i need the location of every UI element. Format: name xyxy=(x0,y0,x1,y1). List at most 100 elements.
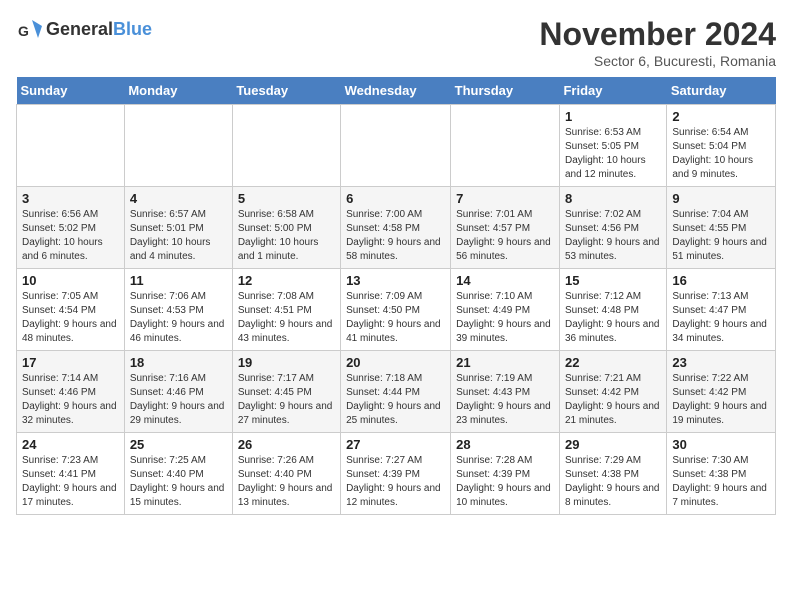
day-info: Sunrise: 7:23 AM Sunset: 4:41 PM Dayligh… xyxy=(22,454,119,510)
day-info: Sunrise: 7:13 AM Sunset: 4:47 PM Dayligh… xyxy=(672,290,770,346)
day-cell: 14 Sunrise: 7:10 AM Sunset: 4:49 PM Dayli… xyxy=(451,269,560,351)
week-row-4: 17 Sunrise: 7:14 AM Sunset: 4:46 PM Dayli… xyxy=(17,351,776,433)
day-cell: 20Sunrise: 7:18 AM Sunset: 4:44 PM Dayli… xyxy=(341,351,451,433)
day-number: 9 xyxy=(672,191,770,206)
day-info: Sunrise: 7:04 AM Sunset: 4:55 PM Dayligh… xyxy=(672,208,770,264)
svg-text:G: G xyxy=(18,23,29,39)
day-number: 17 xyxy=(22,355,119,370)
day-number: 3 xyxy=(22,191,119,206)
day-info: Sunrise: 6:58 AM Sunset: 5:00 PM Dayligh… xyxy=(238,208,335,264)
logo-text: GeneralBlue xyxy=(46,20,152,40)
week-row-5: 24 Sunrise: 7:23 AM Sunset: 4:41 PM Dayli… xyxy=(17,433,776,515)
day-number: 10 xyxy=(22,273,119,288)
day-cell: 27 Sunrise: 7:27 AM Sunset: 4:39 PM Dayli… xyxy=(341,433,451,515)
day-info: Sunrise: 7:10 AM Sunset: 4:49 PM Dayligh… xyxy=(456,290,554,346)
day-cell: 29 Sunrise: 7:29 AM Sunset: 4:38 PM Dayli… xyxy=(559,433,666,515)
col-header-tuesday: Tuesday xyxy=(232,77,340,105)
day-cell: 9 Sunrise: 7:04 AM Sunset: 4:55 PM Daylig… xyxy=(667,187,776,269)
day-info: Sunrise: 6:53 AM Sunset: 5:05 PM Dayligh… xyxy=(565,126,661,182)
day-number: 26 xyxy=(238,437,335,452)
day-info: Sunrise: 7:27 AM Sunset: 4:39 PM Dayligh… xyxy=(346,454,445,510)
day-info: Sunrise: 7:01 AM Sunset: 4:57 PM Dayligh… xyxy=(456,208,554,264)
week-row-3: 10Sunrise: 7:05 AM Sunset: 4:54 PM Dayli… xyxy=(17,269,776,351)
day-cell: 2 Sunrise: 6:54 AM Sunset: 5:04 PM Daylig… xyxy=(667,105,776,187)
day-number: 14 xyxy=(456,273,554,288)
day-info: Sunrise: 7:25 AM Sunset: 4:40 PM Dayligh… xyxy=(130,454,227,510)
day-cell xyxy=(124,105,232,187)
day-info: Sunrise: 7:14 AM Sunset: 4:46 PM Dayligh… xyxy=(22,372,119,428)
day-number: 30 xyxy=(672,437,770,452)
header-row: SundayMondayTuesdayWednesdayThursdayFrid… xyxy=(17,77,776,105)
page-header: G GeneralBlue November 2024 Sector 6, Bu… xyxy=(16,16,776,69)
day-cell: 3Sunrise: 6:56 AM Sunset: 5:02 PM Daylig… xyxy=(17,187,125,269)
col-header-wednesday: Wednesday xyxy=(341,77,451,105)
day-cell: 12 Sunrise: 7:08 AM Sunset: 4:51 PM Dayli… xyxy=(232,269,340,351)
day-info: Sunrise: 6:54 AM Sunset: 5:04 PM Dayligh… xyxy=(672,126,770,182)
day-cell: 28 Sunrise: 7:28 AM Sunset: 4:39 PM Dayli… xyxy=(451,433,560,515)
col-header-thursday: Thursday xyxy=(451,77,560,105)
day-info: Sunrise: 6:57 AM Sunset: 5:01 PM Dayligh… xyxy=(130,208,227,264)
week-row-1: 1Sunrise: 6:53 AM Sunset: 5:05 PM Daylig… xyxy=(17,105,776,187)
day-cell: 15 Sunrise: 7:12 AM Sunset: 4:48 PM Dayli… xyxy=(559,269,666,351)
day-info: Sunrise: 7:08 AM Sunset: 4:51 PM Dayligh… xyxy=(238,290,335,346)
day-number: 2 xyxy=(672,109,770,124)
day-info: Sunrise: 7:26 AM Sunset: 4:40 PM Dayligh… xyxy=(238,454,335,510)
day-info: Sunrise: 7:16 AM Sunset: 4:46 PM Dayligh… xyxy=(130,372,227,428)
day-number: 18 xyxy=(130,355,227,370)
day-info: Sunrise: 7:02 AM Sunset: 4:56 PM Dayligh… xyxy=(565,208,661,264)
day-number: 5 xyxy=(238,191,335,206)
day-number: 16 xyxy=(672,273,770,288)
day-cell xyxy=(17,105,125,187)
day-cell: 16 Sunrise: 7:13 AM Sunset: 4:47 PM Dayli… xyxy=(667,269,776,351)
day-number: 12 xyxy=(238,273,335,288)
day-number: 11 xyxy=(130,273,227,288)
day-cell: 8Sunrise: 7:02 AM Sunset: 4:56 PM Daylig… xyxy=(559,187,666,269)
day-cell: 23Sunrise: 7:22 AM Sunset: 4:42 PM Dayli… xyxy=(667,351,776,433)
day-number: 28 xyxy=(456,437,554,452)
day-cell: 25 Sunrise: 7:25 AM Sunset: 4:40 PM Dayli… xyxy=(124,433,232,515)
col-header-sunday: Sunday xyxy=(17,77,125,105)
subtitle: Sector 6, Bucuresti, Romania xyxy=(539,53,776,69)
day-info: Sunrise: 7:06 AM Sunset: 4:53 PM Dayligh… xyxy=(130,290,227,346)
col-header-friday: Friday xyxy=(559,77,666,105)
day-cell: 1Sunrise: 6:53 AM Sunset: 5:05 PM Daylig… xyxy=(559,105,666,187)
day-info: Sunrise: 7:09 AM Sunset: 4:50 PM Dayligh… xyxy=(346,290,445,346)
day-cell: 11 Sunrise: 7:06 AM Sunset: 4:53 PM Dayli… xyxy=(124,269,232,351)
logo: G GeneralBlue xyxy=(16,16,152,44)
day-cell: 7 Sunrise: 7:01 AM Sunset: 4:57 PM Daylig… xyxy=(451,187,560,269)
day-number: 29 xyxy=(565,437,661,452)
day-cell xyxy=(341,105,451,187)
day-cell: 30 Sunrise: 7:30 AM Sunset: 4:38 PM Dayli… xyxy=(667,433,776,515)
day-cell xyxy=(451,105,560,187)
col-header-saturday: Saturday xyxy=(667,77,776,105)
month-title: November 2024 xyxy=(539,16,776,53)
day-cell: 21Sunrise: 7:19 AM Sunset: 4:43 PM Dayli… xyxy=(451,351,560,433)
day-number: 21 xyxy=(456,355,554,370)
day-cell: 5 Sunrise: 6:58 AM Sunset: 5:00 PM Daylig… xyxy=(232,187,340,269)
day-info: Sunrise: 7:12 AM Sunset: 4:48 PM Dayligh… xyxy=(565,290,661,346)
day-info: Sunrise: 7:29 AM Sunset: 4:38 PM Dayligh… xyxy=(565,454,661,510)
day-number: 27 xyxy=(346,437,445,452)
day-cell: 10Sunrise: 7:05 AM Sunset: 4:54 PM Dayli… xyxy=(17,269,125,351)
day-number: 23 xyxy=(672,355,770,370)
calendar-table: SundayMondayTuesdayWednesdayThursdayFrid… xyxy=(16,77,776,515)
day-info: Sunrise: 7:21 AM Sunset: 4:42 PM Dayligh… xyxy=(565,372,661,428)
day-number: 20 xyxy=(346,355,445,370)
day-number: 25 xyxy=(130,437,227,452)
day-cell: 6Sunrise: 7:00 AM Sunset: 4:58 PM Daylig… xyxy=(341,187,451,269)
day-number: 15 xyxy=(565,273,661,288)
week-row-2: 3Sunrise: 6:56 AM Sunset: 5:02 PM Daylig… xyxy=(17,187,776,269)
title-block: November 2024 Sector 6, Bucuresti, Roman… xyxy=(539,16,776,69)
day-cell: 22Sunrise: 7:21 AM Sunset: 4:42 PM Dayli… xyxy=(559,351,666,433)
day-info: Sunrise: 7:28 AM Sunset: 4:39 PM Dayligh… xyxy=(456,454,554,510)
day-number: 7 xyxy=(456,191,554,206)
logo-icon: G xyxy=(16,16,44,44)
day-number: 24 xyxy=(22,437,119,452)
day-number: 4 xyxy=(130,191,227,206)
day-number: 13 xyxy=(346,273,445,288)
day-cell: 18 Sunrise: 7:16 AM Sunset: 4:46 PM Dayli… xyxy=(124,351,232,433)
day-cell: 26 Sunrise: 7:26 AM Sunset: 4:40 PM Dayli… xyxy=(232,433,340,515)
day-info: Sunrise: 7:17 AM Sunset: 4:45 PM Dayligh… xyxy=(238,372,335,428)
day-info: Sunrise: 7:30 AM Sunset: 4:38 PM Dayligh… xyxy=(672,454,770,510)
col-header-monday: Monday xyxy=(124,77,232,105)
